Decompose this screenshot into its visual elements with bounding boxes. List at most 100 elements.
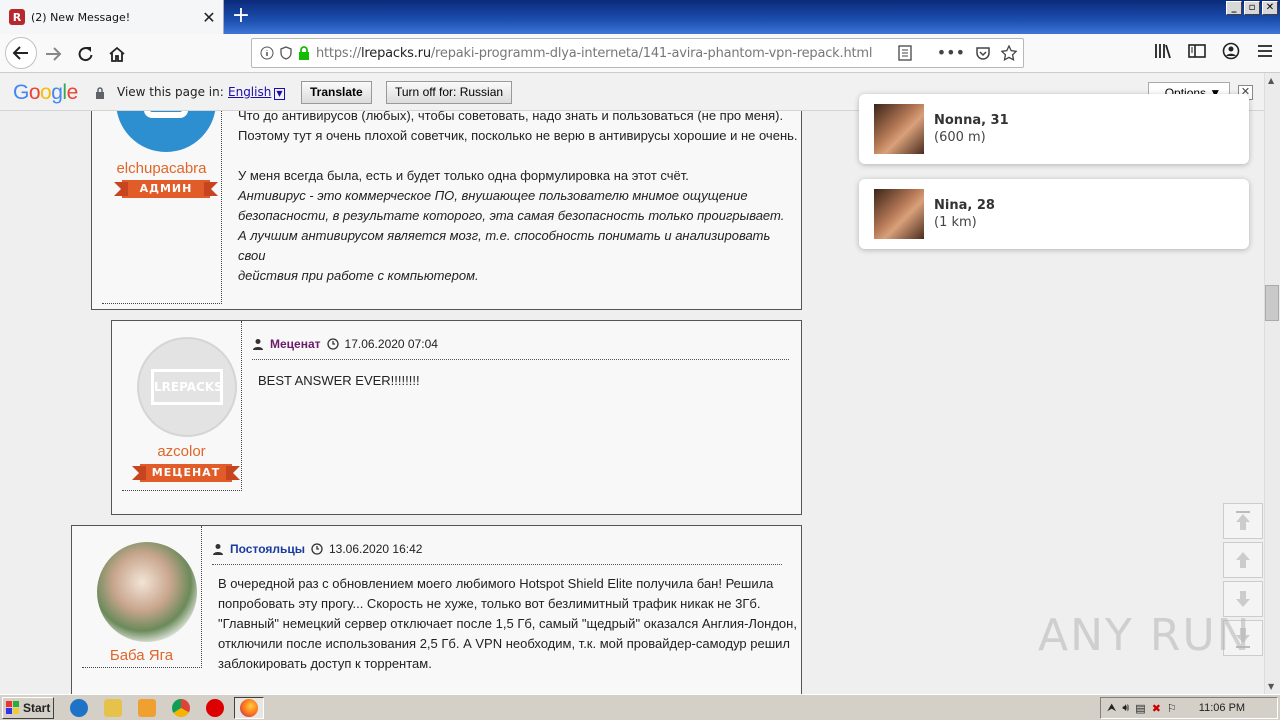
translate-button[interactable]: Translate bbox=[301, 81, 372, 104]
scroll-up-button[interactable] bbox=[1223, 542, 1263, 578]
lock-icon bbox=[96, 87, 104, 99]
firefox-icon bbox=[240, 699, 258, 717]
media-player-icon[interactable] bbox=[138, 699, 156, 717]
opera-icon[interactable] bbox=[206, 699, 224, 717]
start-button[interactable]: Start bbox=[2, 697, 54, 719]
arrow-right-icon bbox=[46, 47, 62, 61]
chrome-icon[interactable] bbox=[172, 699, 190, 717]
start-label: Start bbox=[23, 701, 51, 715]
close-window-button[interactable]: ✕ bbox=[1262, 1, 1278, 15]
notification-name: Nonna, 31 bbox=[934, 113, 1009, 128]
tab-title: (2) New Message! bbox=[31, 10, 131, 24]
info-icon[interactable] bbox=[260, 46, 274, 60]
address-bar[interactable]: https://lrepacks.ru/repaki-programm-dlya… bbox=[251, 38, 1024, 68]
author-name[interactable]: azcolor bbox=[122, 443, 241, 460]
post-meta: Меценат 17.06.2020 07:04 bbox=[252, 337, 789, 360]
logo-icon bbox=[144, 111, 188, 118]
avatar[interactable] bbox=[116, 111, 216, 152]
author-box: elchupacabra АДМИН bbox=[102, 111, 222, 304]
turn-off-translate-button[interactable]: Turn off for: Russian bbox=[386, 81, 513, 104]
browser-tab[interactable]: R (2) New Message! ✕ bbox=[0, 0, 224, 34]
comment-post: elchupacabra АДМИН Что до антивирусов (л… bbox=[91, 111, 802, 310]
tray-arrow-icon[interactable]: ⮝ bbox=[1107, 702, 1116, 715]
network-icon[interactable]: ▤ bbox=[1135, 702, 1145, 715]
page-actions-icon[interactable]: ••• bbox=[937, 43, 965, 62]
site-favicon-icon: R bbox=[9, 9, 25, 25]
security-icon[interactable]: ✖ bbox=[1152, 702, 1161, 715]
comment-post: LREPACKS azcolor МЕЦЕНАТ Меценат 17.06.2… bbox=[111, 320, 802, 515]
sidebar-icon[interactable] bbox=[1188, 42, 1206, 60]
folder-icon[interactable] bbox=[104, 699, 122, 717]
forward-button[interactable] bbox=[38, 39, 68, 69]
user-group-link[interactable]: Меценат bbox=[270, 337, 321, 351]
url-text: https://lrepacks.ru/repaki-programm-dlya… bbox=[316, 45, 873, 61]
author-name[interactable]: Баба Яга bbox=[82, 647, 201, 664]
post-line: А лучшим антивирусом является мозг, т.е.… bbox=[238, 228, 771, 263]
post-date: 17.06.2020 07:04 bbox=[344, 337, 438, 351]
scrollbar-thumb[interactable] bbox=[1265, 285, 1279, 321]
account-icon[interactable] bbox=[1222, 42, 1240, 60]
notification-card[interactable]: Nonna, 31 (600 m) bbox=[859, 94, 1249, 164]
notification-distance: (1 km) bbox=[934, 215, 977, 230]
toolbar-right bbox=[1154, 42, 1274, 60]
scroll-up-arrow-icon[interactable]: ▲ bbox=[1268, 76, 1274, 85]
google-logo: Google bbox=[13, 81, 78, 104]
flag-icon[interactable]: ⚐ bbox=[1167, 702, 1177, 715]
lrepacks-logo: LREPACKS bbox=[151, 369, 223, 405]
arrow-up-icon bbox=[1236, 552, 1250, 568]
new-tab-button[interactable]: + bbox=[228, 4, 254, 30]
library-icon[interactable] bbox=[1154, 42, 1172, 60]
notification-photo bbox=[874, 189, 924, 239]
post-line: У меня всегда была, есть и будет только … bbox=[238, 168, 689, 183]
post-line: действия при работе с компьютером. bbox=[238, 268, 479, 283]
post-meta: Постояльцы 13.06.2020 16:42 bbox=[212, 542, 782, 565]
pocket-icon[interactable] bbox=[975, 45, 991, 61]
post-body: BEST ANSWER EVER!!!!!!!! bbox=[258, 373, 420, 388]
author-name[interactable]: elchupacabra bbox=[102, 160, 221, 177]
post-line: безопасности, в результате которого, эта… bbox=[238, 208, 785, 223]
user-icon bbox=[213, 544, 223, 555]
clock-icon bbox=[326, 338, 339, 350]
avatar[interactable]: LREPACKS bbox=[137, 337, 237, 437]
volume-icon[interactable]: 🔊︎ bbox=[1122, 702, 1129, 715]
home-button[interactable] bbox=[102, 39, 132, 69]
double-up-arrow-icon bbox=[1236, 511, 1250, 530]
author-box: LREPACKS azcolor МЕЦЕНАТ bbox=[122, 321, 242, 491]
avatar[interactable] bbox=[97, 542, 197, 642]
scroll-top-button[interactable] bbox=[1223, 503, 1263, 539]
maximize-button[interactable]: ▫ bbox=[1244, 1, 1260, 15]
post-body: В очередной раз с обновлением моего люби… bbox=[218, 574, 798, 674]
notification-card[interactable]: Nina, 28 (1 km) bbox=[859, 179, 1249, 249]
post-date: 13.06.2020 16:42 bbox=[329, 542, 423, 556]
tab-bar: R (2) New Message! ✕ + _ ▫ ✕ bbox=[0, 0, 1280, 34]
tab-close-icon[interactable]: ✕ bbox=[199, 8, 219, 27]
notification-distance: (600 m) bbox=[934, 130, 986, 145]
post-line: Что до антивирусов (любых), чтобы совето… bbox=[238, 111, 784, 123]
user-group-link[interactable]: Постояльцы bbox=[230, 542, 305, 556]
tracking-shield-icon[interactable] bbox=[280, 46, 292, 60]
arrow-left-icon bbox=[12, 46, 28, 60]
firefox-taskbar-button[interactable] bbox=[234, 697, 264, 719]
comment-post: Баба Яга Постояльцы 13.06.2020 16:42 В о… bbox=[71, 525, 802, 694]
scroll-down-arrow-icon[interactable]: ▼ bbox=[1268, 682, 1274, 691]
clock[interactable]: 11:06 PM bbox=[1199, 702, 1245, 714]
language-select[interactable]: English ▼ bbox=[228, 85, 285, 100]
bookmark-star-icon[interactable] bbox=[1001, 44, 1017, 61]
user-icon bbox=[253, 339, 263, 350]
system-tray: ⮝ 🔊︎ ▤ ✖ ⚐ 11:06 PM bbox=[1100, 697, 1278, 719]
reader-view-icon[interactable] bbox=[897, 44, 913, 62]
post-line: заблокировать доступ к торрентам. bbox=[218, 656, 432, 671]
back-button[interactable] bbox=[5, 37, 37, 69]
minimize-button[interactable]: _ bbox=[1226, 1, 1242, 15]
ie-icon[interactable] bbox=[70, 699, 88, 717]
notification-photo bbox=[874, 104, 924, 154]
reload-button[interactable] bbox=[70, 39, 100, 69]
page-scrollbar[interactable]: ▲ ▼ bbox=[1264, 73, 1280, 694]
post-line: "Главный" немецкий сервер отключает посл… bbox=[218, 616, 797, 631]
home-icon bbox=[109, 46, 125, 62]
menu-hamburger-icon[interactable] bbox=[1256, 42, 1274, 60]
author-box: Баба Яга bbox=[82, 526, 202, 668]
rank-badge: МЕЦЕНАТ bbox=[132, 464, 240, 482]
lock-icon[interactable] bbox=[298, 46, 310, 60]
post-line: Поэтому тут я очень плохой советчик, пос… bbox=[238, 128, 798, 143]
